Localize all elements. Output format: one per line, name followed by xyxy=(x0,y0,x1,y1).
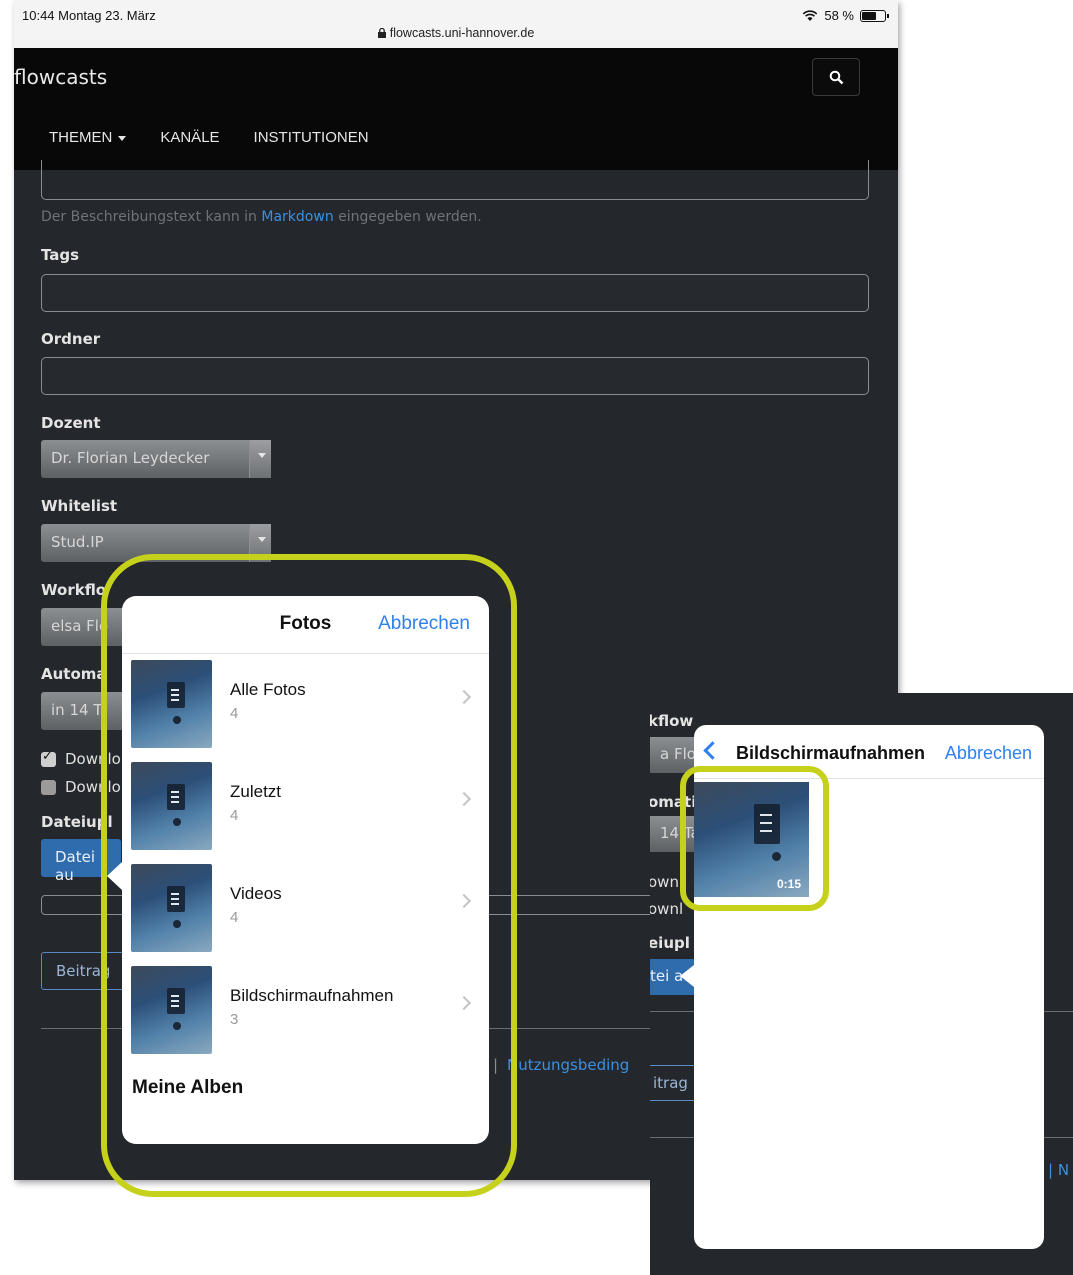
download-label-2: ownl xyxy=(650,900,684,918)
ordner-input[interactable] xyxy=(41,357,869,395)
tags-label: Tags xyxy=(41,246,80,264)
tags-input[interactable] xyxy=(41,274,869,312)
status-time: 10:44 Montag 23. März xyxy=(22,8,156,23)
url-text: flowcasts.uni-hannover.de xyxy=(389,26,535,40)
address-bar[interactable]: flowcasts.uni-hannover.de xyxy=(14,26,898,40)
workflow-value: elsa Flo xyxy=(51,617,109,635)
nav-themen[interactable]: THEMEN xyxy=(49,129,127,146)
cancel-button[interactable]: Abbrechen xyxy=(945,743,1032,764)
dozent-select[interactable]: Dr. Florian Leydecker xyxy=(41,440,271,478)
highlight-frame-video xyxy=(680,766,829,911)
brand-logo[interactable]: flowcasts xyxy=(14,65,107,89)
download-label-1: ownl xyxy=(650,873,684,891)
battery-icon xyxy=(860,9,889,22)
wifi-icon xyxy=(803,9,818,21)
dateiupload-label: eiupl xyxy=(650,934,690,952)
workflow-label: Workflo xyxy=(41,581,107,599)
dozent-value: Dr. Florian Leydecker xyxy=(51,449,210,467)
download-checkbox-checked[interactable] xyxy=(41,749,56,767)
nav-institutionen[interactable]: INSTITUTIONEN xyxy=(254,129,369,146)
nav-links: THEMEN KANÄLE INSTITUTIONEN xyxy=(49,129,369,146)
caret-down-icon xyxy=(118,135,127,141)
back-chevron-icon[interactable] xyxy=(703,741,722,760)
markdown-link[interactable]: Markdown xyxy=(261,209,333,225)
automation-label: Automa xyxy=(41,665,107,683)
nav-kanaele[interactable]: KANÄLE xyxy=(160,129,219,146)
popover-arrow xyxy=(680,965,694,987)
status-indicators: 58 % xyxy=(802,8,889,23)
workflow-label: kflow xyxy=(650,712,694,730)
top-navbar: flowcasts THEMEN KANÄLE INSTITUTIONEN xyxy=(14,48,898,170)
whitelist-value: Stud.IP xyxy=(51,533,104,551)
download-checkbox-unchecked[interactable] xyxy=(41,780,56,795)
description-help: Der Beschreibungstext kann in Markdown e… xyxy=(41,209,482,225)
nav-themen-label: THEMEN xyxy=(49,129,113,146)
battery-percent: 58 % xyxy=(824,8,854,23)
terms-link[interactable]: Nutzungsbeding xyxy=(507,1056,629,1074)
search-icon xyxy=(829,70,843,84)
footer-links[interactable]: | N xyxy=(1048,1161,1069,1179)
highlight-frame-fotos xyxy=(101,554,517,1197)
help-suffix: eingegeben werden. xyxy=(333,209,482,225)
lock-icon xyxy=(377,28,386,38)
automation-value: in 14 T xyxy=(51,701,103,719)
description-textarea[interactable] xyxy=(41,160,869,200)
search-button[interactable] xyxy=(812,58,860,96)
whitelist-label: Whitelist xyxy=(41,497,118,515)
dozent-label: Dozent xyxy=(41,414,101,432)
popover-title: Bildschirmaufnahmen xyxy=(736,743,926,763)
status-bar: 10:44 Montag 23. März flowcasts.uni-hann… xyxy=(14,0,898,48)
ordner-label: Ordner xyxy=(41,330,101,348)
select-arrow-icon xyxy=(249,440,271,478)
help-prefix: Der Beschreibungstext kann in xyxy=(41,209,262,225)
